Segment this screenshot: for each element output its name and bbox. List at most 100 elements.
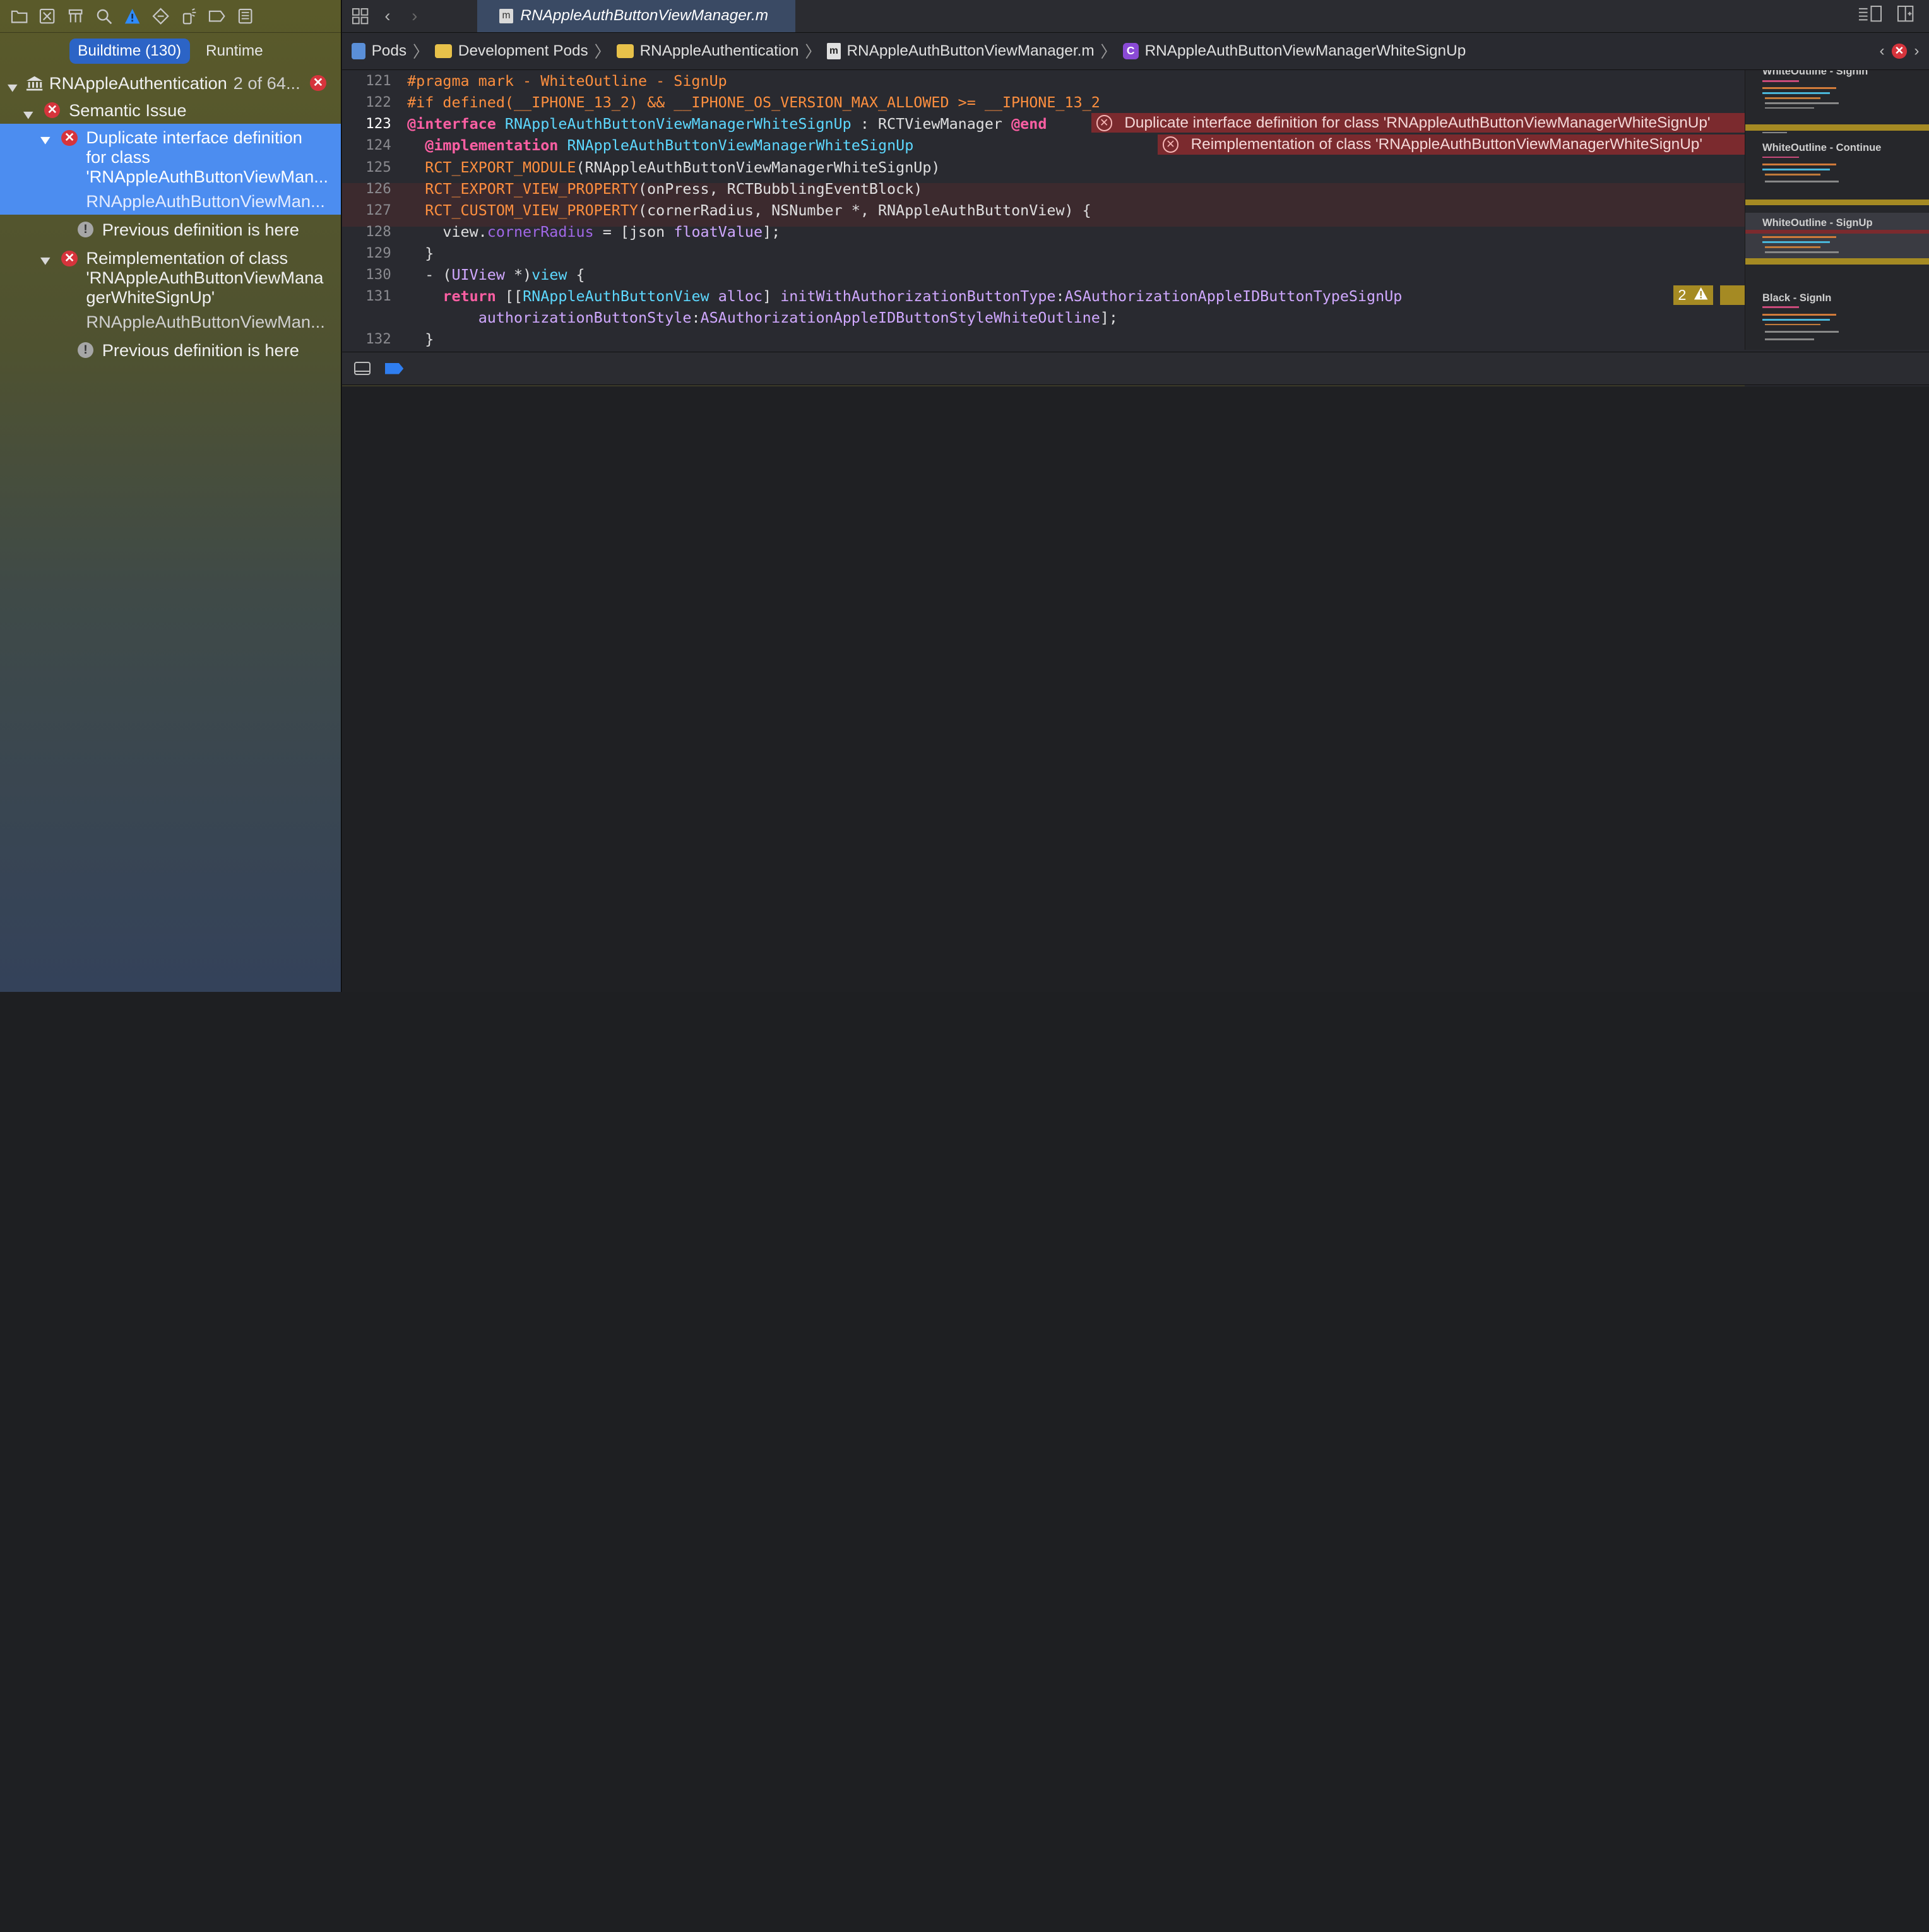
line-number: 121 [365, 73, 391, 90]
error-message: Reimplementation of class 'RNAppleAuthBu… [1190, 135, 1703, 153]
warning-triangle-icon [1694, 287, 1708, 304]
grid-icon[interactable] [347, 8, 374, 25]
disclosure-triangle-icon[interactable] [39, 131, 51, 145]
debug-console[interactable] [341, 386, 1929, 992]
disclosure-triangle-icon[interactable] [22, 106, 34, 119]
symbol-icon[interactable] [61, 4, 90, 28]
line-number: 124 [365, 137, 391, 154]
back-chevron-icon[interactable]: ‹ [374, 6, 401, 26]
code-text: { [567, 266, 585, 284]
minimap-mark: WhiteOutline - SignIn [1762, 70, 1868, 78]
line-number: 122 [365, 94, 391, 111]
error-icon: ✕ [44, 102, 61, 119]
issue-row[interactable]: ✕ Duplicate interface definition for cla… [0, 123, 341, 215]
test-diamond-icon[interactable] [146, 4, 175, 28]
minimap-line [1764, 246, 1820, 248]
editor-options-icon[interactable] [1858, 5, 1882, 27]
code-macro: RCT_CUSTOM_VIEW_PROPERTY [425, 201, 639, 219]
note-label: Previous definition is here [102, 340, 299, 360]
line-number: 128 [365, 223, 391, 240]
issue-warning-icon[interactable] [118, 4, 146, 28]
disclosure-triangle-icon[interactable] [6, 79, 18, 92]
code-text: ]; [1100, 309, 1118, 327]
issue-row[interactable]: ✕ Reimplementation of class 'RNAppleAuth… [0, 244, 341, 335]
forward-chevron-icon[interactable]: › [401, 6, 428, 26]
minimap-line [1764, 173, 1820, 176]
code-line: 128 view.cornerRadius = [json floatValue… [342, 221, 1745, 242]
code-method: alloc [709, 287, 763, 306]
issue-title-line: 'RNAppleAuthButtonViewMan... [86, 167, 328, 187]
breakpoints-toggle-icon[interactable] [385, 362, 404, 374]
source-control-icon[interactable] [33, 4, 62, 28]
code-editor[interactable]: 121 #pragma mark - WhiteOutline - SignUp … [341, 70, 1745, 398]
minimap-line [1762, 131, 1787, 134]
project-row[interactable]: RNAppleAuthentication 2 of 64... ✕ [0, 69, 341, 97]
split-editor-icon[interactable] [1897, 5, 1914, 27]
breakpoint-tag-icon[interactable] [203, 4, 231, 28]
minimap-line [1762, 92, 1831, 95]
note-row[interactable]: ! Previous definition is here [0, 215, 341, 244]
code-class: RNAppleAuthButtonViewManagerWhiteSignUp [504, 115, 852, 133]
code-constant: ASAuthorizationAppleIDButtonTypeSignUp [1064, 287, 1403, 306]
report-icon[interactable] [231, 4, 259, 28]
disclosure-triangle-icon[interactable] [39, 252, 51, 265]
navigator-toolbar [0, 0, 341, 33]
code-macro: RCT_EXPORT_VIEW_PROPERTY [425, 179, 639, 198]
note-row[interactable]: ! Previous definition is here [0, 335, 341, 365]
breadcrumb-file[interactable]: m RNAppleAuthButtonViewManager.m [827, 42, 1095, 60]
code-text: [[ [496, 287, 523, 306]
scope-buildtime[interactable]: Buildtime (130) [69, 39, 190, 64]
breadcrumb-group[interactable]: RNAppleAuthentication [616, 42, 798, 60]
minimap[interactable]: WhiteOutline - SignIn WhiteOutline - Con… [1744, 70, 1929, 350]
minimap-line [1764, 331, 1839, 333]
scope-runtime[interactable]: Runtime [197, 39, 271, 64]
group-row[interactable]: ✕ Semantic Issue [0, 97, 341, 124]
warning-annotation[interactable]: 2 [1673, 285, 1714, 306]
code-line: 127 RCT_CUSTOM_VIEW_PROPERTY(cornerRadiu… [342, 200, 1745, 221]
debug-spray-icon[interactable] [175, 4, 203, 28]
issue-navigator: Buildtime (130) Runtime RNAppleAuthentic… [0, 0, 341, 992]
code-text: } [425, 244, 434, 262]
folder-icon [616, 44, 634, 58]
breadcrumb-separator: 〉 [412, 43, 429, 61]
project-file-icon [352, 43, 365, 59]
minimap-line [1764, 251, 1839, 253]
minimap-line [1762, 241, 1831, 243]
code-text: ] [763, 287, 781, 306]
next-issue-icon[interactable]: › [1914, 42, 1919, 60]
breadcrumb-class[interactable]: C RNAppleAuthButtonViewManagerWhiteSignUp [1122, 42, 1466, 60]
code-line: authorizationButtonStyle:ASAuthorization… [342, 307, 1745, 328]
tab-label: RNAppleAuthButtonViewManager.m [520, 7, 769, 25]
issue-file: RNAppleAuthButtonViewMan... [86, 312, 325, 332]
error-annotation[interactable]: ✕ Reimplementation of class 'RNAppleAuthB… [1157, 134, 1745, 155]
tab-active-file[interactable]: m RNAppleAuthButtonViewManager.m [477, 0, 795, 32]
breadcrumb-development-pods[interactable]: Development Pods [434, 42, 588, 60]
previous-issue-icon[interactable]: ‹ [1879, 42, 1884, 60]
line-number: 131 [365, 288, 391, 305]
breadcrumb-pods[interactable]: Pods [352, 42, 407, 60]
m-file-icon: m [499, 8, 513, 24]
code-text: *) [504, 266, 532, 284]
editor-area: ‹ › m RNAppleAuthButtonViewManager.m Pod… [341, 0, 1929, 992]
minimap-line [1764, 107, 1814, 109]
minimap-line [1762, 313, 1836, 316]
code-text: : RCTViewManager [851, 115, 1012, 133]
scope-bar: Buildtime (130) Runtime [0, 33, 341, 69]
note-icon: ! [77, 221, 94, 238]
class-icon: C [1122, 43, 1139, 59]
search-icon[interactable] [90, 4, 118, 28]
folder-icon[interactable] [5, 4, 33, 28]
code-line: 126 RCT_EXPORT_VIEW_PROPERTY(onPress, RC… [342, 178, 1745, 200]
error-icon: ✕ [61, 250, 78, 266]
hide-debug-area-icon[interactable] [354, 362, 371, 376]
code-keyword: @end [1011, 115, 1047, 133]
line-number: 130 [365, 266, 391, 283]
code-text: view. [442, 222, 487, 241]
tab-bar: ‹ › m RNAppleAuthButtonViewManager.m [341, 0, 1929, 33]
project-name: RNAppleAuthentication [49, 73, 227, 93]
error-annotation[interactable]: ✕ Duplicate interface definition for clas… [1091, 113, 1745, 133]
breadcrumb-label: Development Pods [458, 42, 588, 59]
error-icon[interactable]: ✕ [1892, 44, 1907, 59]
error-circle-icon: ✕ [1162, 136, 1179, 153]
minimap-warning-band [1745, 199, 1929, 206]
